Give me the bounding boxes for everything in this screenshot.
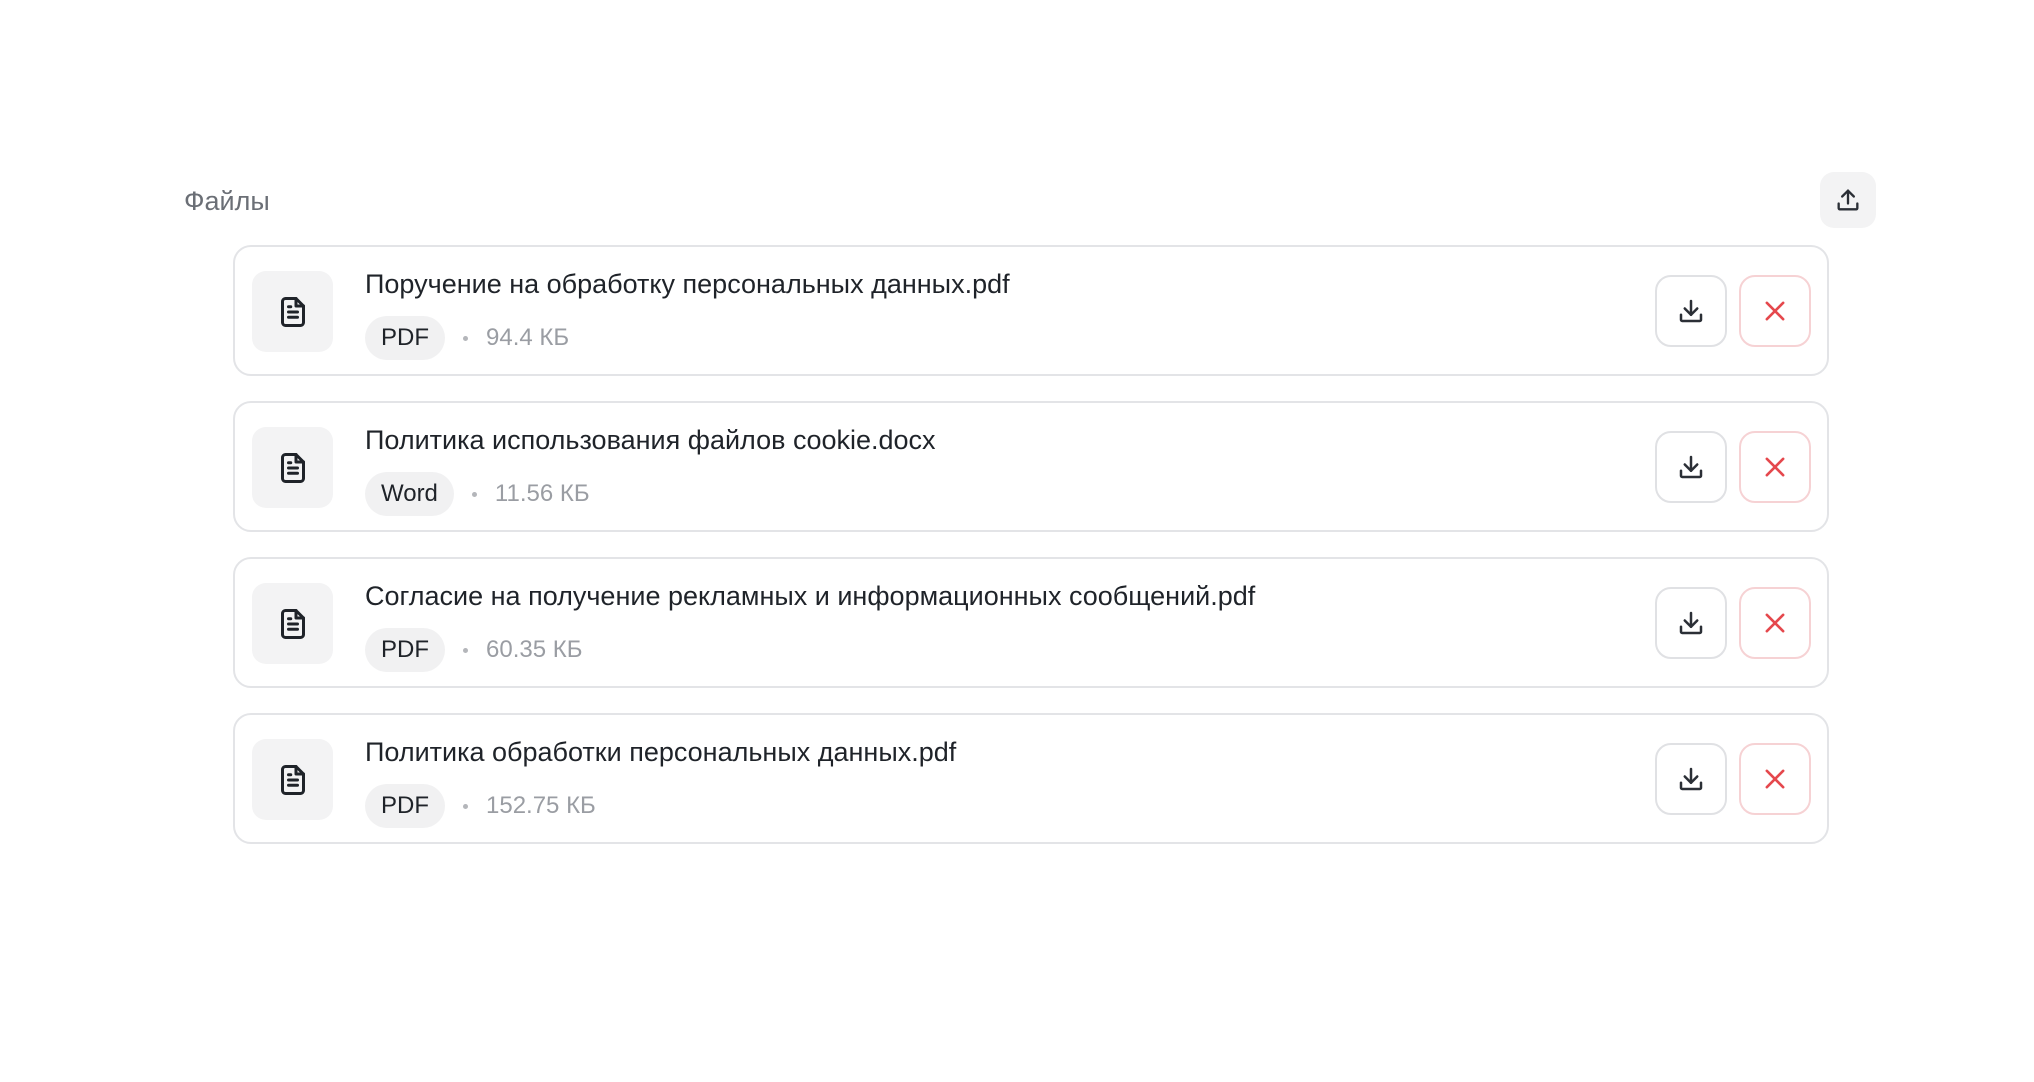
- file-item: Политика обработки персональных данных.p…: [233, 713, 1829, 844]
- close-icon: [1765, 301, 1785, 321]
- file-size: 94.4 КБ: [486, 324, 570, 351]
- file-meta: PDF 94.4 КБ: [365, 316, 569, 360]
- files-section-title: Файлы: [184, 186, 270, 216]
- download-icon: [1679, 767, 1703, 791]
- delete-button[interactable]: [1739, 275, 1811, 347]
- close-icon: [1765, 613, 1785, 633]
- document-icon: [280, 296, 305, 327]
- file-icon-container: [252, 583, 333, 664]
- document-icon: [280, 608, 305, 639]
- separator-dot: [463, 803, 468, 809]
- document-icon: [280, 764, 305, 795]
- file-item: Поручение на обработку персональных данн…: [233, 245, 1829, 376]
- delete-button[interactable]: [1739, 743, 1811, 815]
- download-button[interactable]: [1655, 743, 1727, 815]
- file-size: 11.56 КБ: [494, 480, 590, 507]
- document-icon: [280, 452, 305, 483]
- file-type-badge: Word: [365, 472, 454, 516]
- file-name: Политика использования файлов cookie.doc…: [365, 425, 936, 455]
- separator-dot: [471, 491, 477, 497]
- download-button[interactable]: [1655, 431, 1727, 503]
- files-header: Файлы: [184, 172, 1876, 228]
- separator-dot: [463, 647, 468, 653]
- download-icon: [1679, 299, 1703, 323]
- upload-button[interactable]: [1820, 172, 1876, 228]
- file-item: Согласие на получение рекламных и информ…: [233, 557, 1829, 688]
- download-icon: [1679, 611, 1703, 635]
- file-type-badge: PDF: [365, 784, 445, 828]
- file-type-badge: PDF: [365, 628, 445, 672]
- file-name: Согласие на получение рекламных и информ…: [365, 581, 1256, 611]
- download-button[interactable]: [1655, 275, 1727, 347]
- upload-icon: [1837, 189, 1859, 211]
- delete-button[interactable]: [1739, 587, 1811, 659]
- close-icon: [1765, 769, 1785, 789]
- file-name: Политика обработки персональных данных.p…: [365, 737, 957, 767]
- download-button[interactable]: [1655, 587, 1727, 659]
- file-icon-container: [252, 427, 333, 508]
- file-meta: Word 11.56 КБ: [365, 472, 590, 516]
- file-icon-container: [252, 739, 333, 820]
- file-item: Политика использования файлов cookie.doc…: [233, 401, 1829, 532]
- file-meta: PDF 152.75 КБ: [365, 784, 596, 828]
- separator-dot: [463, 335, 468, 341]
- download-icon: [1679, 455, 1703, 479]
- file-list: Поручение на обработку персональных данн…: [233, 245, 1829, 869]
- file-name: Поручение на обработку персональных данн…: [365, 269, 1010, 299]
- file-size: 60.35 КБ: [486, 636, 583, 663]
- delete-button[interactable]: [1739, 431, 1811, 503]
- file-size: 152.75 КБ: [486, 792, 596, 819]
- file-icon-container: [252, 271, 333, 352]
- file-type-badge: PDF: [365, 316, 445, 360]
- file-meta: PDF 60.35 КБ: [365, 628, 582, 672]
- close-icon: [1765, 457, 1785, 477]
